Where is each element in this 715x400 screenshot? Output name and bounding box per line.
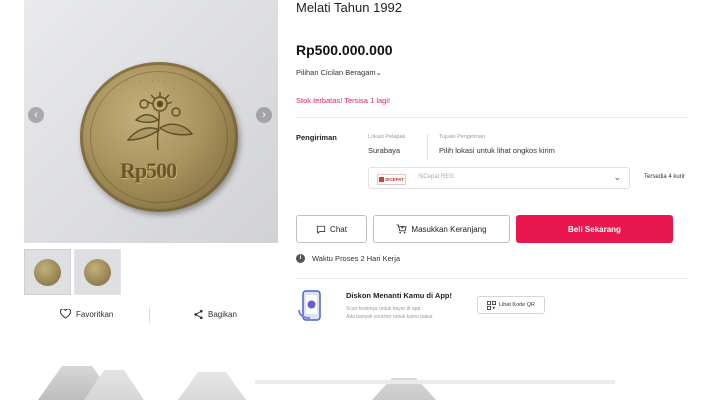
phone-icon bbox=[298, 290, 321, 321]
thumbnail-1[interactable] bbox=[24, 249, 71, 295]
favorite-label: Favoritkan bbox=[76, 309, 114, 319]
coin-image: · · · · · · · Rp500 bbox=[80, 62, 238, 212]
cart-icon bbox=[396, 224, 408, 234]
origin-value: Surabaya bbox=[368, 146, 401, 155]
chevron-left-icon[interactable]: ‹ bbox=[28, 107, 44, 123]
product-price: Rp500.000.000 bbox=[296, 42, 393, 58]
divider bbox=[296, 117, 688, 118]
chevron-down-icon: ⌄ bbox=[375, 68, 382, 77]
favorite-button[interactable]: Favoritkan bbox=[60, 309, 113, 319]
coin-top-text: · · · · · · · bbox=[126, 78, 167, 85]
share-label: Bagikan bbox=[208, 310, 237, 319]
cart-label: Masukkan Keranjang bbox=[411, 224, 487, 234]
courier-name: SiCepat REG bbox=[418, 174, 455, 180]
coin-denomination: Rp500 bbox=[120, 158, 177, 183]
faded-banner-decoration bbox=[0, 352, 715, 400]
installment-label: Pilihan Cicilan Beragam bbox=[296, 68, 376, 77]
shipping-label: Pengiriman bbox=[296, 133, 337, 142]
processing-time: i Waktu Proses 2 Hari Kerja bbox=[296, 254, 400, 263]
share-icon bbox=[194, 309, 203, 320]
buy-label: Beli Sekarang bbox=[568, 224, 621, 234]
installment-options[interactable]: Pilihan Cicilan Beragam⌄ bbox=[296, 68, 382, 77]
share-button[interactable]: Bagikan bbox=[193, 309, 237, 320]
product-title: Melati Tahun 1992 bbox=[296, 0, 403, 15]
app-promo-title: Diskon Menanti Kamu di App! bbox=[346, 291, 452, 300]
destination-caption: Tujuan Pengiriman bbox=[439, 134, 485, 140]
chevron-down-icon: ⌄ bbox=[613, 172, 621, 182]
divider bbox=[427, 134, 428, 160]
origin-caption: Lokasi Pelapak bbox=[368, 134, 406, 140]
chevron-right-icon[interactable]: › bbox=[256, 107, 272, 123]
processing-time-label: Waktu Proses 2 Hari Kerja bbox=[312, 254, 401, 263]
app-promo-line2: Ada banyak voucher untuk kamu pakai. bbox=[346, 314, 434, 320]
chat-label: Chat bbox=[330, 224, 347, 234]
destination-selector[interactable]: Pilih lokasi untuk lihat ongkos kirim bbox=[439, 146, 555, 155]
info-icon: i bbox=[296, 254, 305, 263]
courier-select[interactable]: SICEPAT SiCepat REG ⌄ bbox=[368, 167, 630, 189]
jasmine-flower-emblem bbox=[126, 92, 194, 151]
courier-logo: SICEPAT bbox=[377, 174, 406, 185]
courier-logo-text: SICEPAT bbox=[385, 177, 404, 182]
qr-icon bbox=[486, 300, 496, 310]
qr-button-label: Lihat Kode QR bbox=[498, 302, 536, 308]
product-main-image[interactable]: · · · · · · · Rp500 ‹ › bbox=[24, 0, 278, 243]
courier-availability: Tersedia 4 kurir bbox=[644, 174, 686, 180]
divider bbox=[296, 278, 688, 279]
buy-now-button[interactable]: Beli Sekarang bbox=[516, 215, 673, 243]
view-qr-button[interactable]: Lihat Kode QR bbox=[477, 296, 545, 314]
coin-thumbnail bbox=[34, 259, 61, 286]
coin-thumbnail bbox=[84, 259, 111, 286]
chat-button[interactable]: Chat bbox=[296, 215, 367, 243]
thumbnail-2[interactable] bbox=[74, 249, 121, 295]
heart-icon bbox=[60, 309, 71, 319]
add-to-cart-button[interactable]: Masukkan Keranjang bbox=[373, 215, 510, 243]
stock-warning: Stok terbatas! Tersisa 1 lagi! bbox=[296, 96, 391, 105]
divider bbox=[149, 307, 150, 323]
app-promo-line1: Scan kodenya untuk bayar di app. bbox=[346, 306, 422, 312]
chat-icon bbox=[316, 225, 326, 234]
